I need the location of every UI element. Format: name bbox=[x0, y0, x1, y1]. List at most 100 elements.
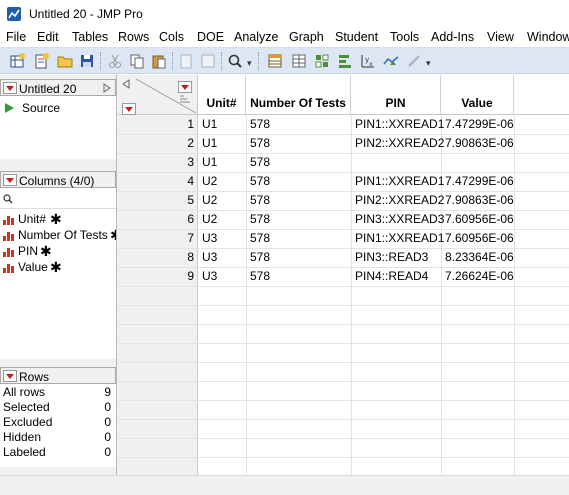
menu-tables[interactable]: Tables bbox=[72, 30, 108, 44]
new-script-icon[interactable] bbox=[32, 52, 50, 70]
cell-unit[interactable]: U2 bbox=[202, 210, 217, 229]
cell-number-of-tests[interactable]: 578 bbox=[250, 172, 270, 191]
columns-panel-header[interactable]: Columns (4/0) bbox=[0, 171, 116, 188]
column-header-unit[interactable]: Unit# bbox=[198, 75, 246, 115]
rows-panel-header[interactable]: Rows bbox=[0, 367, 116, 384]
table-panel-header[interactable]: Untitled 20 bbox=[0, 79, 116, 96]
cell-number-of-tests[interactable]: 578 bbox=[250, 191, 270, 210]
row-number[interactable]: 5 bbox=[118, 191, 194, 210]
new-data-table-icon[interactable] bbox=[8, 52, 26, 70]
menu-view[interactable]: View bbox=[487, 30, 514, 44]
copy-icon[interactable] bbox=[128, 52, 146, 70]
menu-student[interactable]: Student bbox=[335, 30, 378, 44]
cell-pin[interactable]: PIN1::XXREAD1 bbox=[355, 172, 444, 191]
cell-pin[interactable]: PIN4::READ4 bbox=[355, 267, 428, 286]
cell-value[interactable]: 7.47299E-06 bbox=[445, 172, 514, 191]
row-number[interactable]: 6 bbox=[118, 210, 194, 229]
source-script-item[interactable]: Source bbox=[0, 101, 116, 116]
row-number[interactable]: 9 bbox=[118, 267, 194, 286]
collapse-left-icon[interactable] bbox=[122, 79, 130, 89]
cell-pin[interactable]: PIN2::XXREAD2 bbox=[355, 191, 444, 210]
column-property-asterisk-icon[interactable]: ✱ bbox=[40, 243, 52, 260]
red-triangle-menu-icon[interactable] bbox=[3, 370, 17, 382]
column-item-pin[interactable]: PIN ✱ bbox=[0, 243, 116, 260]
cell-unit[interactable]: U2 bbox=[202, 191, 217, 210]
edit-icon[interactable] bbox=[405, 52, 423, 70]
cell-value[interactable]: 7.60956E-06 bbox=[445, 229, 514, 248]
toolbar-overflow-icon[interactable]: ▾ bbox=[247, 58, 252, 69]
cell-value[interactable]: 7.90863E-06 bbox=[445, 191, 514, 210]
menu-window[interactable]: Window bbox=[527, 30, 569, 44]
cell-unit[interactable]: U2 bbox=[202, 172, 217, 191]
column-item-number-of-tests[interactable]: Number Of Tests ✱ bbox=[0, 227, 116, 244]
menu-cols[interactable]: Cols bbox=[159, 30, 184, 44]
column-search-field[interactable] bbox=[0, 189, 116, 209]
columns-red-triangle-icon[interactable] bbox=[178, 81, 192, 93]
row-number[interactable]: 1 bbox=[118, 115, 194, 134]
cell-number-of-tests[interactable]: 578 bbox=[250, 267, 270, 286]
cell-number-of-tests[interactable]: 578 bbox=[250, 210, 270, 229]
row-number[interactable]: 7 bbox=[118, 229, 194, 248]
menu-graph[interactable]: Graph bbox=[289, 30, 324, 44]
cell-unit[interactable]: U3 bbox=[202, 267, 217, 286]
menu-file[interactable]: File bbox=[6, 30, 26, 44]
layout-icon[interactable] bbox=[199, 52, 217, 70]
cell-unit[interactable]: U3 bbox=[202, 229, 217, 248]
column-property-asterisk-icon[interactable]: ✱ bbox=[110, 227, 116, 244]
cell-number-of-tests[interactable]: 578 bbox=[250, 115, 270, 134]
journal-icon[interactable] bbox=[177, 52, 195, 70]
column-item-value[interactable]: Value ✱ bbox=[0, 259, 116, 276]
column-header-value[interactable]: Value bbox=[441, 75, 514, 115]
cell-pin[interactable]: PIN1::XXREAD1 bbox=[355, 229, 444, 248]
cell-number-of-tests[interactable]: 578 bbox=[250, 134, 270, 153]
cell-number-of-tests[interactable]: 578 bbox=[250, 229, 270, 248]
menu-edit[interactable]: Edit bbox=[37, 30, 59, 44]
paste-icon[interactable] bbox=[150, 52, 168, 70]
cell-value[interactable]: 7.90863E-06 bbox=[445, 134, 514, 153]
fit-model-icon[interactable] bbox=[336, 52, 354, 70]
column-item-unit[interactable]: Unit# ✱ bbox=[0, 211, 116, 228]
menu-doe[interactable]: DOE bbox=[197, 30, 224, 44]
graph-builder-icon[interactable]: yx bbox=[359, 52, 377, 70]
column-property-asterisk-icon[interactable]: ✱ bbox=[50, 211, 62, 228]
column-property-asterisk-icon[interactable]: ✱ bbox=[50, 259, 62, 276]
row-number[interactable]: 4 bbox=[118, 172, 194, 191]
cell-value[interactable]: 7.47299E-06 bbox=[445, 115, 514, 134]
sort-lines-icon[interactable] bbox=[180, 95, 190, 105]
cell-value[interactable]: 7.26624E-06 bbox=[445, 267, 514, 286]
cell-pin[interactable]: PIN1::XXREAD1 bbox=[355, 115, 444, 134]
data-table-icon[interactable] bbox=[266, 52, 284, 70]
cell-value[interactable]: 7.60956E-06 bbox=[445, 210, 514, 229]
cell-unit[interactable]: U3 bbox=[202, 248, 217, 267]
control-chart-icon[interactable] bbox=[382, 52, 400, 70]
row-number[interactable]: 3 bbox=[118, 153, 194, 172]
cut-icon[interactable] bbox=[106, 52, 124, 70]
distribution-icon[interactable] bbox=[290, 52, 308, 70]
cell-pin[interactable]: PIN3::XXREAD3 bbox=[355, 210, 444, 229]
toolbar-overflow-icon[interactable]: ▾ bbox=[426, 58, 431, 69]
save-icon[interactable] bbox=[78, 52, 96, 70]
play-script-icon[interactable] bbox=[4, 103, 14, 113]
cell-unit[interactable]: U1 bbox=[202, 115, 217, 134]
row-number[interactable]: 8 bbox=[118, 248, 194, 267]
column-header-number-of-tests[interactable]: Number Of Tests bbox=[246, 75, 351, 115]
cell-unit[interactable]: U1 bbox=[202, 134, 217, 153]
open-icon[interactable] bbox=[56, 52, 74, 70]
cell-number-of-tests[interactable]: 578 bbox=[250, 248, 270, 267]
cell-number-of-tests[interactable]: 578 bbox=[250, 153, 270, 172]
menu-rows[interactable]: Rows bbox=[118, 30, 149, 44]
search-icon[interactable] bbox=[226, 52, 244, 70]
cell-pin[interactable]: PIN2::XXREAD2 bbox=[355, 134, 444, 153]
red-triangle-menu-icon[interactable] bbox=[3, 174, 17, 186]
column-header-pin[interactable]: PIN bbox=[351, 75, 441, 115]
menu-add-ins[interactable]: Add-Ins bbox=[431, 30, 474, 44]
rows-red-triangle-icon[interactable] bbox=[122, 103, 136, 115]
cell-pin[interactable]: PIN3::READ3 bbox=[355, 248, 428, 267]
red-triangle-menu-icon[interactable] bbox=[3, 82, 17, 94]
cell-value[interactable]: 8.23364E-06 bbox=[445, 248, 514, 267]
cell-unit[interactable]: U1 bbox=[202, 153, 217, 172]
collapse-icon[interactable] bbox=[103, 83, 111, 93]
menu-tools[interactable]: Tools bbox=[390, 30, 419, 44]
menu-analyze[interactable]: Analyze bbox=[234, 30, 278, 44]
row-number[interactable]: 2 bbox=[118, 134, 194, 153]
